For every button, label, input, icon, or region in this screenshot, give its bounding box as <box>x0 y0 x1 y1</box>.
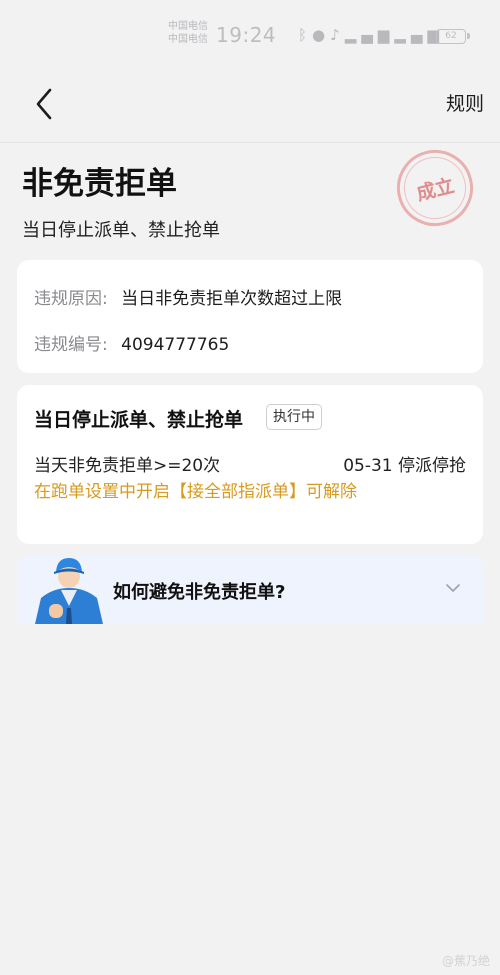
violation-reason-value: 当日非免责拒单次数超过上限 <box>121 289 343 309</box>
penalty-card: 当日停止派单、禁止抢单 执行中 当天非免责拒单>=20次 05-31 停派停抢 … <box>17 385 483 544</box>
carrier-labels: 中国电信 中国电信 <box>168 20 208 46</box>
chevron-down-icon[interactable] <box>443 578 463 598</box>
penalty-tip[interactable]: 在跑单设置中开启【接全部指派单】可解除 <box>34 481 364 504</box>
faq-question: 如何避免非免责拒单? <box>113 582 286 603</box>
carrier-2: 中国电信 <box>168 34 208 45</box>
violation-card: 违规原因: 当日非免责拒单次数超过上限 违规编号: 4094777765 <box>17 260 483 373</box>
established-stamp: 成立 <box>388 141 482 235</box>
violation-id-row: 违规编号: 4094777765 <box>34 330 229 355</box>
status-bar: 中国电信 中国电信 19:24 ᛒ●♪▂▄▆▂▄▆ 62 <box>0 0 500 70</box>
stamp-text: 成立 <box>414 174 457 205</box>
mic-icon: ♪ <box>330 26 345 44</box>
battery-icon: 62 <box>436 29 470 44</box>
courier-avatar <box>35 558 103 624</box>
violation-reason-label: 违规原因: <box>34 289 108 309</box>
page-subtitle: 当日停止派单、禁止抢单 <box>22 220 220 241</box>
nav-bar: 规则 <box>0 70 500 143</box>
faq-card[interactable]: 如何避免非免责拒单? <box>17 556 483 624</box>
violation-id-value: 4094777765 <box>121 335 230 355</box>
status-time: 19:24 <box>216 23 277 47</box>
penalty-title: 当日停止派单、禁止抢单 <box>34 409 244 431</box>
rules-link[interactable]: 规则 <box>446 89 484 116</box>
back-button[interactable] <box>28 84 68 124</box>
status-badge: 执行中 <box>266 404 322 430</box>
chevron-left-icon <box>36 88 52 120</box>
violation-id-label: 违规编号: <box>34 335 108 355</box>
signal-icon: ▂▄▆ <box>344 26 395 44</box>
carrier-1: 中国电信 <box>168 21 208 32</box>
violation-reason-row: 违规原因: 当日非免责拒单次数超过上限 <box>34 284 342 309</box>
penalty-date: 05-31 停派停抢 <box>343 456 466 476</box>
penalty-rule: 当天非免责拒单>=20次 <box>34 456 221 476</box>
nfc-icon: ᛒ <box>298 26 313 44</box>
page-title: 非免责拒单 <box>22 166 177 202</box>
status-icons: ᛒ●♪▂▄▆▂▄▆ <box>298 26 444 44</box>
location-icon: ● <box>312 26 331 44</box>
footer-watermark: @蕉乃绝 <box>441 954 490 968</box>
